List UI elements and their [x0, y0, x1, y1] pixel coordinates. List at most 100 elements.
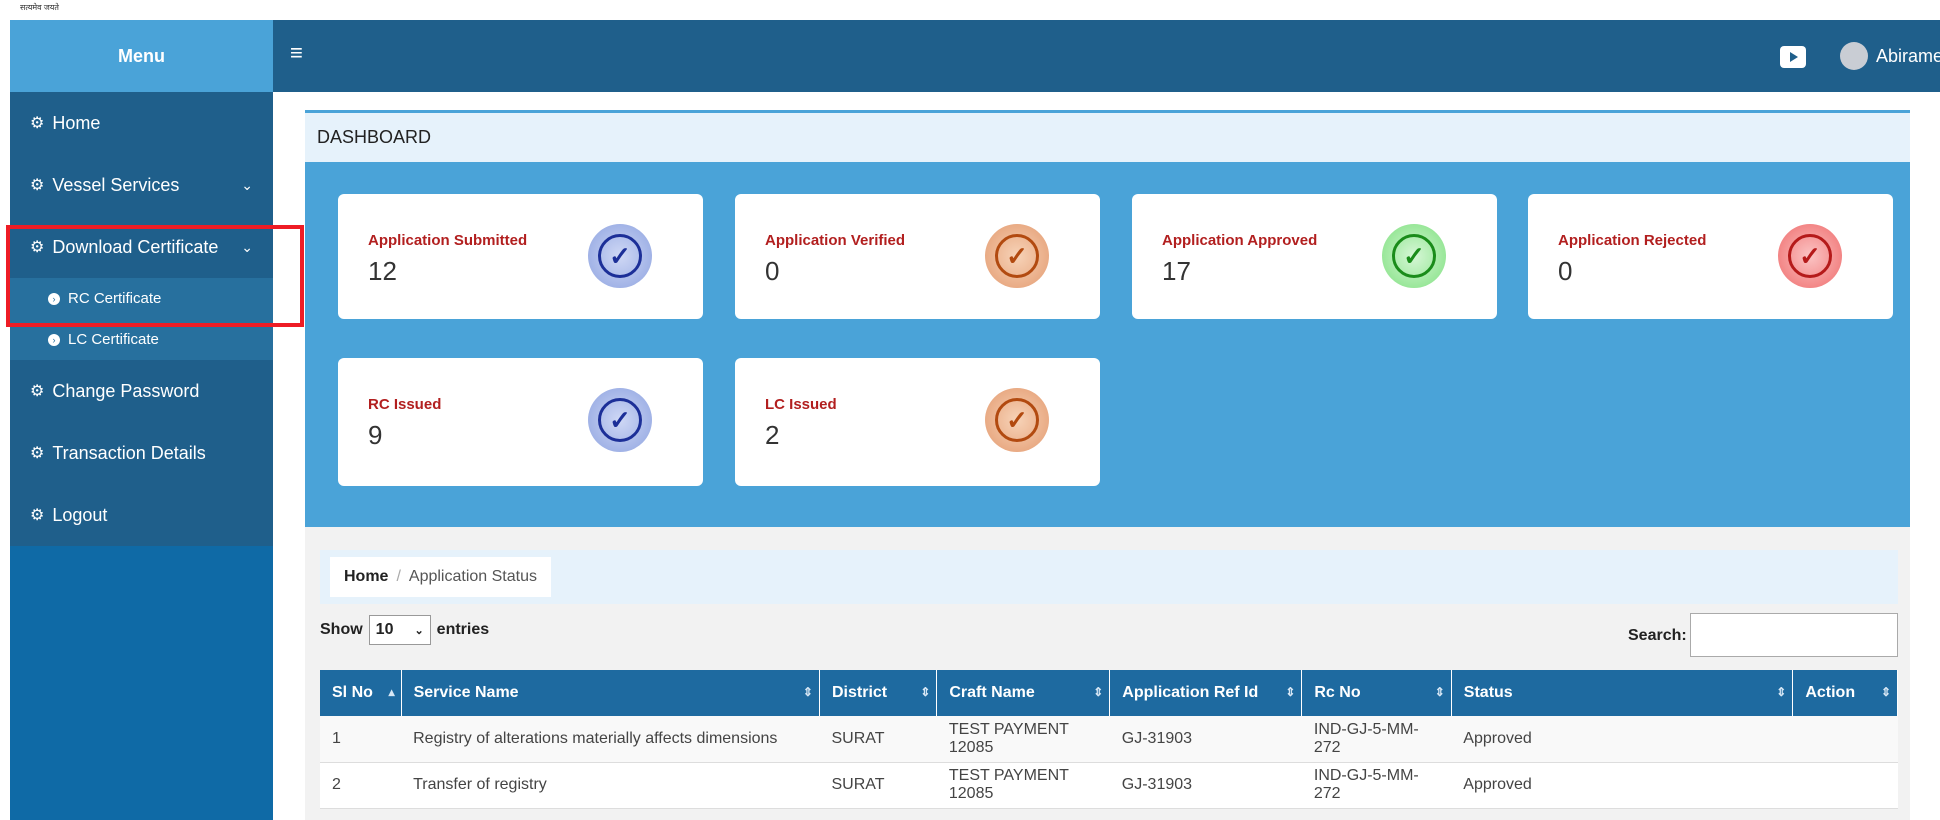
chevron-circle-right-icon: ›: [48, 333, 60, 346]
sidebar-item-label: Logout: [52, 504, 108, 525]
column-header-craft-name[interactable]: Craft Name ⇕: [936, 670, 1111, 716]
sidebar-item-label: Change Password: [52, 380, 200, 401]
stat-label: Application Rejected: [1558, 232, 1707, 249]
check-circle-icon: ✓: [1778, 224, 1842, 288]
hamburger-icon[interactable]: ≡: [290, 42, 303, 64]
search-label: Search:: [1628, 627, 1687, 644]
column-header-rc-no[interactable]: Rc No ⇕: [1301, 670, 1452, 716]
header-label: Application Ref Id: [1122, 684, 1259, 701]
sort-icon: ⇕: [1434, 685, 1445, 699]
stat-card-rc-issued[interactable]: RC Issued 9 ✓: [338, 358, 703, 486]
sidebar-item-label: Download Certificate: [52, 236, 219, 257]
chevron-down-icon: ⌄: [414, 624, 424, 637]
column-header-service-name[interactable]: Service Name ⇕: [401, 670, 820, 716]
cell-craft-name: TEST PAYMENT 12085: [936, 716, 1110, 763]
table-row[interactable]: 1 Registry of alterations materially aff…: [320, 716, 1898, 763]
gears-icon: ⚙: [30, 239, 45, 256]
stat-card-approved[interactable]: Application Approved 17 ✓: [1132, 194, 1497, 319]
sidebar-nav: ⚙ Home ⚙ Vessel Services ⌄ ⚙ Download Ce…: [10, 92, 273, 546]
breadcrumb-separator: /: [396, 568, 401, 585]
entries-value: 10: [375, 621, 394, 638]
cell-status: Approved: [1451, 716, 1793, 763]
stat-value: 0: [1558, 256, 1573, 286]
cell-sl-no: 1: [320, 716, 402, 763]
header-label: District: [831, 684, 888, 701]
sidebar-subitem-label: LC Certificate: [68, 331, 159, 348]
cell-status: Approved: [1451, 762, 1793, 809]
emblem-tagline: सत्यमेव जयते: [20, 3, 59, 12]
stat-card-lc-issued[interactable]: LC Issued 2 ✓: [735, 358, 1100, 486]
header-label: Status: [1463, 684, 1513, 701]
entries-control: Show 10 ⌄ entries: [320, 615, 489, 645]
breadcrumb: Home / Application Status: [330, 557, 551, 597]
stat-card-submitted[interactable]: Application Submitted 12 ✓: [338, 194, 703, 319]
gears-icon: ⚙: [30, 383, 45, 400]
chevron-circle-right-icon: ›: [48, 292, 60, 305]
header-label: Sl No: [332, 684, 373, 701]
sort-icon: ▴: [388, 685, 395, 699]
entries-select[interactable]: 10 ⌄: [368, 615, 431, 645]
column-header-application-ref-id[interactable]: Application Ref Id ⇕: [1109, 670, 1303, 716]
cell-rc-no: IND-GJ-5-MM-272: [1301, 762, 1452, 809]
cell-action[interactable]: [1792, 762, 1898, 809]
chevron-down-icon: ⌄: [241, 238, 253, 255]
cell-application-ref-id: GJ-31903: [1109, 762, 1302, 809]
column-header-district[interactable]: District ⇕: [819, 670, 938, 716]
cell-service-name: Transfer of registry: [401, 762, 820, 809]
sidebar-item-change-password[interactable]: ⚙ Change Password: [10, 360, 273, 422]
stat-label: RC Issued: [368, 396, 442, 413]
cell-rc-no: IND-GJ-5-MM-272: [1301, 716, 1452, 763]
cell-sl-no: 2: [320, 762, 402, 809]
check-circle-icon: ✓: [985, 388, 1049, 452]
check-circle-icon: ✓: [1382, 224, 1446, 288]
header-label: Service Name: [413, 684, 519, 701]
breadcrumb-current: Application Status: [408, 568, 537, 585]
user-name[interactable]: Abirame: [1876, 46, 1940, 67]
stat-card-rejected[interactable]: Application Rejected 0 ✓: [1528, 194, 1893, 319]
gears-icon: ⚙: [30, 445, 45, 462]
stats-panel: Application Submitted 12 ✓ Application V…: [305, 162, 1910, 527]
top-strip: सत्यमेव जयते: [0, 0, 1940, 20]
sidebar-item-download-certificate[interactable]: ⚙ Download Certificate ⌄: [10, 216, 273, 278]
sort-icon: ⇕: [1285, 685, 1296, 699]
stat-value: 9: [368, 420, 383, 450]
cell-district: SURAT: [819, 762, 937, 809]
column-header-status[interactable]: Status ⇕: [1451, 670, 1794, 716]
youtube-icon[interactable]: [1780, 46, 1806, 68]
gears-icon: ⚙: [30, 177, 45, 194]
sidebar-item-logout[interactable]: ⚙ Logout: [10, 484, 273, 546]
header-label: Action: [1805, 684, 1856, 701]
header-label: Craft Name: [949, 684, 1035, 701]
column-header-sl-no[interactable]: Sl No ▴: [320, 670, 402, 716]
sidebar-item-label: Transaction Details: [52, 442, 206, 463]
breadcrumb-home[interactable]: Home: [344, 568, 388, 586]
sort-icon: ⇕: [1880, 685, 1891, 699]
stat-value: 0: [765, 256, 780, 286]
sidebar-item-vessel-services[interactable]: ⚙ Vessel Services ⌄: [10, 154, 273, 216]
stat-card-verified[interactable]: Application Verified 0 ✓: [735, 194, 1100, 319]
cell-action[interactable]: [1792, 716, 1898, 763]
stat-label: Application Verified: [765, 232, 906, 249]
table-row[interactable]: 2 Transfer of registry SURAT TEST PAYMEN…: [320, 762, 1898, 809]
search-input[interactable]: [1690, 613, 1898, 657]
sidebar-subitem-lc-certificate[interactable]: › LC Certificate: [10, 319, 273, 360]
stat-label: Application Approved: [1162, 232, 1318, 249]
column-header-action[interactable]: Action ⇕: [1792, 670, 1898, 716]
chevron-down-icon: ⌄: [241, 176, 253, 193]
sort-icon: ⇕: [920, 685, 931, 699]
gears-icon: ⚙: [30, 507, 45, 524]
stat-label: LC Issued: [765, 396, 837, 413]
stat-label: Application Submitted: [368, 232, 528, 249]
sidebar-item-transaction-details[interactable]: ⚙ Transaction Details: [10, 422, 273, 484]
menu-header: Menu: [10, 20, 273, 92]
sort-icon: ⇕: [1776, 685, 1787, 699]
gears-icon: ⚙: [30, 115, 45, 132]
sidebar-subitem-rc-certificate[interactable]: › RC Certificate: [10, 278, 273, 319]
stat-value: 2: [765, 420, 780, 450]
header-label: Rc No: [1314, 684, 1361, 701]
check-circle-icon: ✓: [985, 224, 1049, 288]
sidebar-item-label: Vessel Services: [52, 174, 180, 195]
avatar[interactable]: [1840, 42, 1868, 70]
sidebar-item-home[interactable]: ⚙ Home: [10, 92, 273, 154]
check-circle-icon: ✓: [588, 224, 652, 288]
